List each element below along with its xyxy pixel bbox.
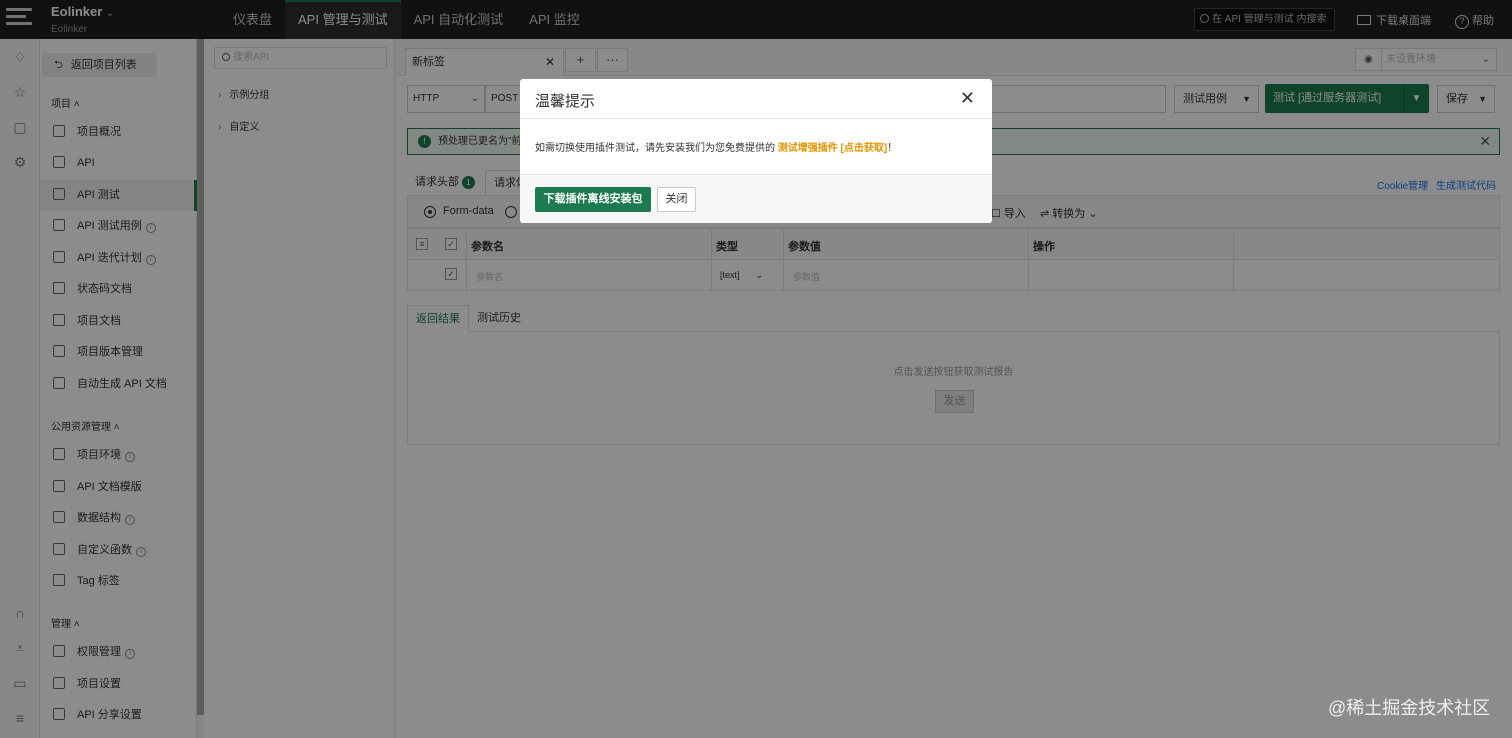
tip-dialog: 温馨提示 ✕ 如需切换使用插件测试，请先安装我们为您免费提供的 测试增强插件 [… [520,79,992,223]
divider [520,118,992,119]
dialog-footer: 下载插件离线安装包 关闭 [520,174,992,223]
download-plugin-button[interactable]: 下载插件离线安装包 [535,187,651,212]
dialog-title: 温馨提示 [535,93,596,110]
message-text: 如需切换使用插件测试，请先安装我们为您免费提供的 [535,143,778,154]
dialog-message: 如需切换使用插件测试，请先安装我们为您免费提供的 测试增强插件 [点击获取]！ [535,139,897,154]
watermark: @稀土掘金技术社区 [1328,698,1491,718]
close-button[interactable]: 关闭 [657,187,696,212]
message-suffix: ！ [887,143,898,154]
close-icon[interactable]: ✕ [960,88,975,109]
plugin-link[interactable]: 测试增强插件 [点击获取] [778,143,887,154]
